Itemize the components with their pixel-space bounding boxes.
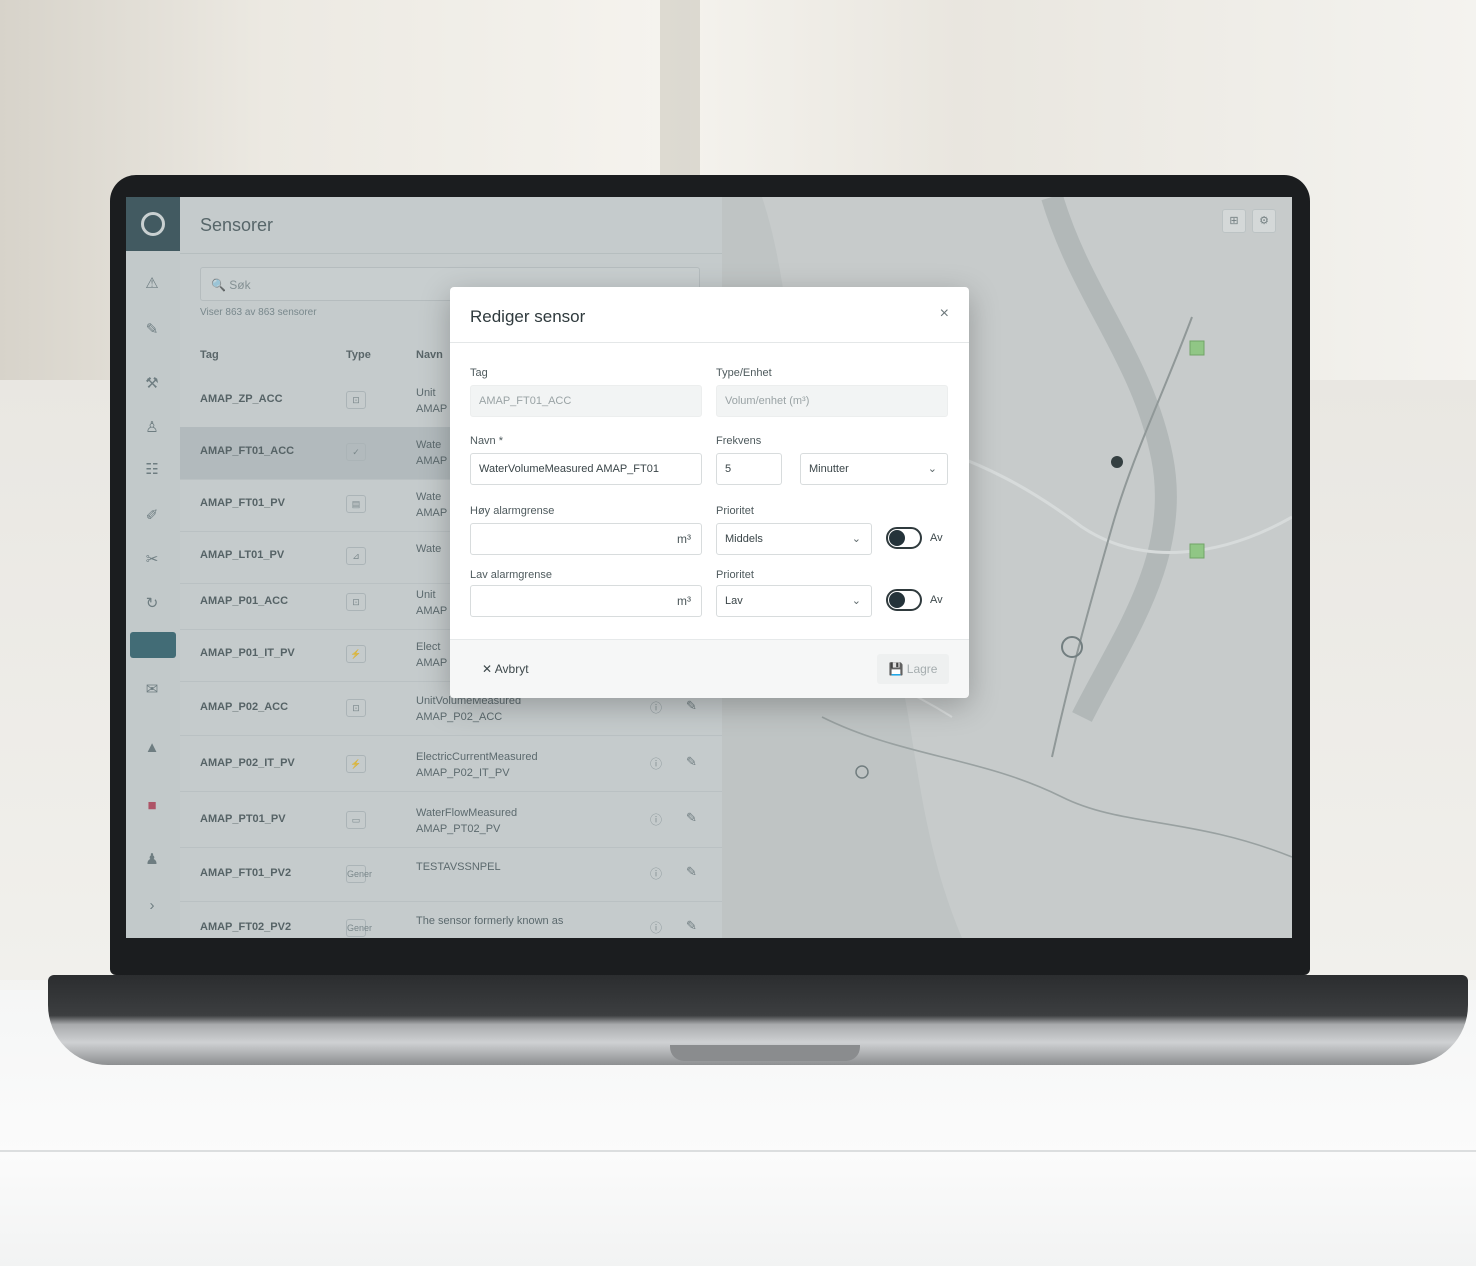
low-alarm-field[interactable]: m³ xyxy=(470,585,702,617)
save-label: Lagre xyxy=(906,662,938,676)
laptop-notch xyxy=(670,1045,860,1061)
toggle-knob xyxy=(889,530,905,546)
high-toggle-label: Av xyxy=(930,532,943,544)
close-icon[interactable]: × xyxy=(940,305,949,323)
low-priority-value: Lav xyxy=(725,595,743,607)
chevron-down-icon: ⌄ xyxy=(851,595,861,607)
high-alarm-field[interactable]: m³ xyxy=(470,523,702,555)
tag-label: Tag xyxy=(470,367,488,379)
low-priority-label: Prioritet xyxy=(716,569,754,581)
dialog-title: Rediger sensor xyxy=(470,307,586,326)
save-button[interactable]: 💾 Lagre xyxy=(877,654,949,684)
low-alarm-unit: m³ xyxy=(677,594,691,608)
cancel-button[interactable]: ✕ Avbryt xyxy=(470,654,550,684)
chevron-down-icon: ⌄ xyxy=(851,533,861,545)
type-field: Volum/enhet (m³) xyxy=(716,385,948,417)
frequency-field[interactable]: 5 xyxy=(716,453,782,485)
high-alarm-unit: m³ xyxy=(677,532,691,546)
high-alarm-toggle[interactable] xyxy=(886,527,922,549)
high-alarm-label: Høy alarmgrense xyxy=(470,505,555,517)
edit-sensor-dialog: Rediger sensor × Tag AMAP_FT01_ACC Type/… xyxy=(450,287,969,698)
name-field[interactable]: WaterVolumeMeasured AMAP_FT01 xyxy=(470,453,702,485)
frequency-unit-select[interactable]: Minutter ⌄ xyxy=(800,453,948,485)
dialog-footer: ✕ Avbryt 💾 Lagre xyxy=(450,639,969,698)
dialog-divider xyxy=(450,342,969,343)
high-priority-select[interactable]: Middels ⌄ xyxy=(716,523,872,555)
high-priority-label: Prioritet xyxy=(716,505,754,517)
cancel-label: Avbryt xyxy=(494,662,529,676)
low-alarm-label: Lav alarmgrense xyxy=(470,569,552,581)
type-label: Type/Enhet xyxy=(716,367,772,379)
desk-edge xyxy=(0,1150,1476,1152)
low-priority-select[interactable]: Lav ⌄ xyxy=(716,585,872,617)
name-label: Navn * xyxy=(470,435,504,447)
chevron-down-icon: ⌄ xyxy=(927,463,937,475)
laptop-screen: ⚠ ✎ ⚒ ♙ ☷ ✐ ✂ ↻ ✉ ▲ ■ ♟ › Sensorer 🔍 Søk… xyxy=(126,197,1292,938)
toggle-knob xyxy=(889,592,905,608)
low-toggle-label: Av xyxy=(930,594,943,606)
frequency-unit-value: Minutter xyxy=(809,463,849,475)
frequency-label: Frekvens xyxy=(716,435,762,447)
high-priority-value: Middels xyxy=(725,533,763,545)
tag-field: AMAP_FT01_ACC xyxy=(470,385,702,417)
background-pillar xyxy=(660,0,700,190)
low-alarm-toggle[interactable] xyxy=(886,589,922,611)
